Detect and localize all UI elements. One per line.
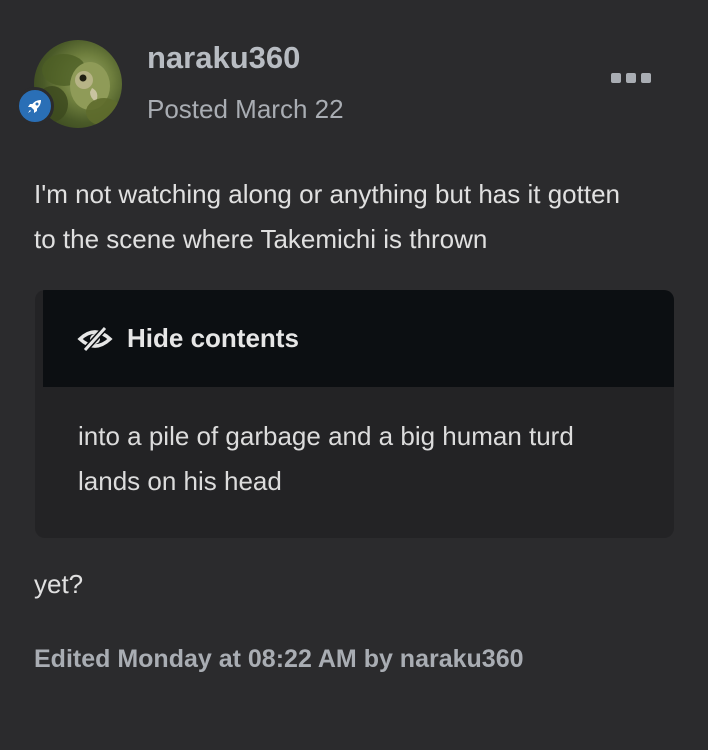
eye-slash-icon (77, 325, 113, 352)
post-date[interactable]: Posted March 22 (147, 94, 344, 125)
spoiler-block: Hide contents into a pile of garbage and… (35, 290, 674, 538)
post-body-line: I'm not watching along or anything but h… (34, 179, 621, 209)
ellipsis-dot (626, 73, 636, 83)
rank-badge[interactable] (16, 87, 54, 125)
spoiler-content: into a pile of garbage and a big human t… (78, 414, 658, 504)
spoiler-toggle-label: Hide contents (127, 323, 299, 353)
edited-note: Edited Monday at 08:22 AM by naraku360 (34, 645, 524, 673)
spoiler-toggle[interactable]: Hide contents (43, 290, 674, 387)
ellipsis-dot (641, 73, 651, 83)
spoiler-line: into a pile of garbage and a big human t… (78, 421, 574, 451)
spoiler-line: lands on his head (78, 466, 282, 496)
post-body-line: to the scene where Takemichi is thrown (34, 224, 488, 254)
post-body: I'm not watching along or anything but h… (34, 172, 684, 262)
ellipsis-dot (611, 73, 621, 83)
post-body-trailing: yet? (34, 569, 84, 599)
more-options-button[interactable] (611, 68, 651, 88)
rocket-icon (28, 100, 41, 113)
author-name[interactable]: naraku360 (147, 40, 300, 76)
